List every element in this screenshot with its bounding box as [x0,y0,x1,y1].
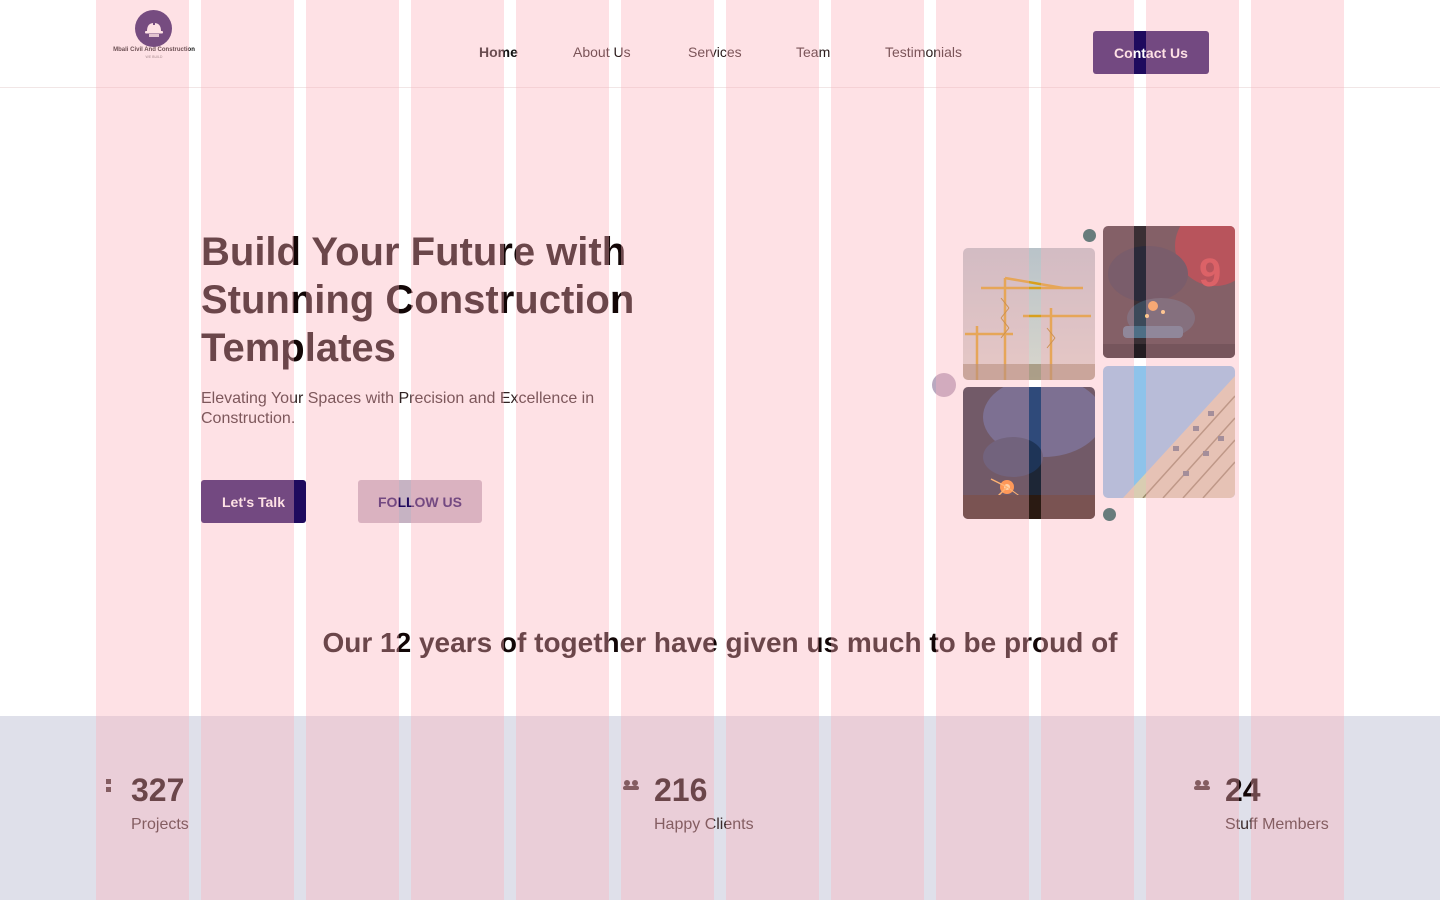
stat-value-clients: 216 [654,772,708,808]
nav-about-us[interactable]: About Us [573,44,631,60]
accent-dot [1083,229,1096,242]
nav-team[interactable]: Team [796,44,830,60]
accent-dot [1103,508,1116,521]
members-icon [1193,776,1211,801]
stat-label-projects: Projects [131,816,189,833]
hero-title-line: Stunning Construction [201,278,635,322]
company-tagline: Our 12 years of together have given us m… [322,627,1118,658]
follow-us-button[interactable]: FOLLOW US [358,480,482,523]
contact-us-button[interactable]: Contact Us [1093,31,1209,74]
building-facade-photo [1103,366,1235,498]
stat-label-clients: Happy Clients [654,816,754,833]
stat-value-members: 24 [1225,772,1261,808]
welding-sparks-photo [963,387,1095,519]
brand-name: Mbali Civil And Construction [113,47,195,53]
hero-title-line: Templates [201,326,396,370]
stat-value-projects: 327 [131,772,185,808]
clients-icon [622,776,640,801]
stat-label-members: Stuff Members [1225,816,1329,833]
stats-band [0,716,1440,900]
hero-title-line: Build Your Future with [201,230,627,274]
nav-services[interactable]: Services [688,44,742,60]
nav-testimonials[interactable]: Testimonials [885,44,962,60]
site-header: Mbali Civil And Construction WE BUILD Ho… [0,0,1440,88]
svg-text:9: 9 [1199,251,1221,295]
hero-subtitle: Elevating Your Spaces with Precision and… [201,390,595,427]
brand-logo[interactable]: Mbali Civil And Construction WE BUILD [102,10,206,62]
tower-cranes-photo [963,248,1095,380]
hero-title: Build Your Future with Stunning Construc… [201,228,721,372]
hard-hat-icon [135,10,172,47]
projects-icon [104,776,118,801]
lets-talk-button[interactable]: Let's Talk [201,480,306,523]
brand-tagline: WE BUILD [145,55,163,59]
accent-dot [932,373,956,397]
worker-grinding-photo: 9 [1103,226,1235,358]
nav-home[interactable]: Home [479,44,518,60]
